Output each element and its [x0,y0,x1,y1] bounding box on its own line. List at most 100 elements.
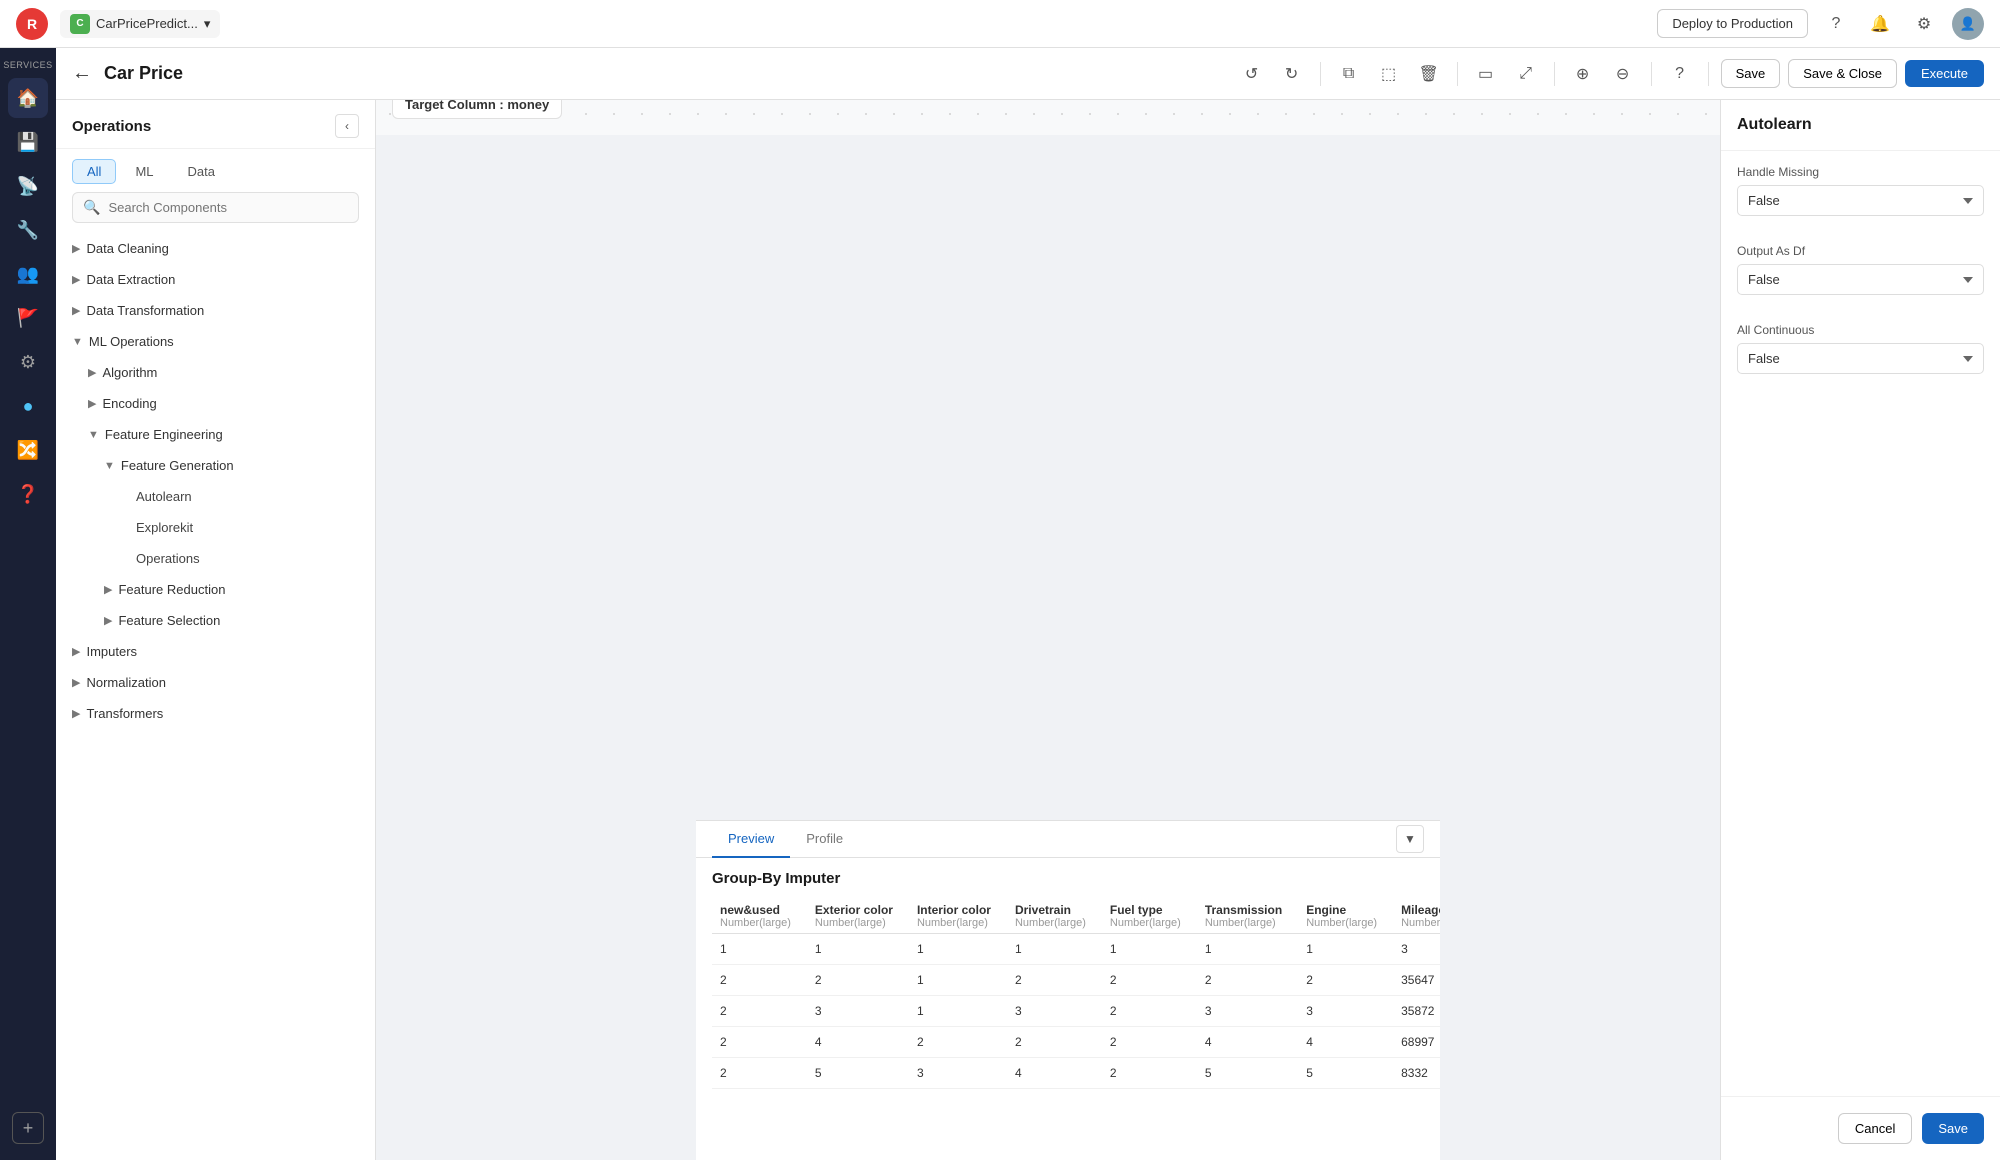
field-group-2: All ContinuousFalseTrue [1721,309,2000,388]
table-cell: 3 [1197,996,1298,1027]
table-body: 1111111311221222235647222313233358723324… [712,934,1440,1089]
ops-item-data-extraction[interactable]: ▶ Data Extraction [56,264,375,295]
ops-label: Data Cleaning [86,241,168,256]
zoom-in-button[interactable]: ⊕ [1567,58,1599,90]
expand-button[interactable]: ⤢ [1510,58,1542,90]
ops-item-normalization[interactable]: ▶ Normalization [56,667,375,698]
tab-ml[interactable]: ML [120,159,168,184]
back-button[interactable]: ← [72,62,92,85]
copy-button[interactable]: ⧉ [1333,58,1365,90]
table-row: 23132333587233 [712,996,1440,1027]
table-cell: 1 [909,934,1007,965]
table-cell: 1 [909,996,1007,1027]
table-cell: 4 [1007,1058,1102,1089]
ops-item-operations[interactable]: Operations [56,543,375,574]
ops-item-feature-engineering[interactable]: ▼ Feature Engineering [56,419,375,450]
table-cell: 35872 [1393,996,1440,1027]
table-row: 2534255833255 [712,1058,1440,1089]
data-table: new&used Number(large) Exterior color Nu… [712,899,1440,1089]
cancel-button[interactable]: Cancel [1838,1113,1912,1144]
project-selector[interactable]: C CarPricePredict... ▾ [60,10,220,38]
deploy-button[interactable]: Deploy to Production [1657,9,1808,38]
ops-panel-title: Operations [72,118,151,135]
sidebar-item-flags[interactable]: 🚩 [8,298,48,338]
notifications-icon[interactable]: 🔔 [1864,8,1896,40]
sidebar-add-button[interactable]: + [12,1112,44,1144]
redo-button[interactable]: ↻ [1276,58,1308,90]
arrow-down-icon: ▼ [72,336,83,348]
sep-5 [1708,62,1709,86]
field-label-1: Output As Df [1737,244,1984,258]
zoom-out-button[interactable]: ⊖ [1607,58,1639,90]
table-cell: 5 [1298,1058,1393,1089]
ops-item-transformers[interactable]: ▶ Transformers [56,698,375,729]
ops-item-feature-selection[interactable]: ▶ Feature Selection [56,605,375,636]
ops-item-imputers[interactable]: ▶ Imputers [56,636,375,667]
sidebar-item-flow[interactable]: 🔀 [8,430,48,470]
right-panel-actions: Cancel Save [1721,1096,2000,1160]
tab-profile[interactable]: Profile [790,821,859,858]
arrow-right-icon: ▶ [72,707,80,720]
ops-item-ml-operations[interactable]: ▼ ML Operations [56,326,375,357]
tab-preview[interactable]: Preview [712,821,790,858]
sidebar-item-help[interactable]: ❓ [8,474,48,514]
search-input[interactable] [108,200,348,215]
ops-item-algorithm[interactable]: ▶ Algorithm [56,357,375,388]
table-cell: 2 [712,1027,807,1058]
tab-data[interactable]: Data [173,159,230,184]
sidebar-item-tools[interactable]: 🔧 [8,210,48,250]
ops-tabs: All ML Data [56,149,375,192]
table-cell: 1 [712,934,807,965]
table-cell: 3 [1393,934,1440,965]
field-group-1: Output As Df FalseTrue [1721,230,2000,309]
sidebar-item-active[interactable]: ● [8,386,48,426]
field-select-1[interactable]: FalseTrue [1737,264,1984,295]
ops-item-feature-reduction[interactable]: ▶ Feature Reduction [56,574,375,605]
ops-label: Feature Selection [118,613,220,628]
cut-button[interactable]: ⬚ [1373,58,1405,90]
tab-all[interactable]: All [72,159,116,184]
sidebar-item-dashboard[interactable]: 🏠 [8,78,48,118]
help-icon-btn[interactable]: ? [1820,8,1852,40]
ops-panel-header: Operations ‹ [56,100,375,149]
sidebar-item-pipeline[interactable]: 📡 [8,166,48,206]
user-avatar[interactable]: 👤 [1952,8,1984,40]
toolbar-help-button[interactable]: ? [1664,58,1696,90]
search-box: 🔍 [72,192,359,223]
topbar: R C CarPricePredict... ▾ Deploy to Produ… [0,0,2000,48]
table-cell: 1 [807,934,909,965]
ops-item-encoding[interactable]: ▶ Encoding [56,388,375,419]
sidebar-item-settings[interactable]: ⚙ [8,342,48,382]
field-select-0[interactable]: FalseTrue [1737,185,1984,216]
arrow-right-icon: ▶ [72,304,80,317]
table-cell: 1 [909,965,1007,996]
sidebar-item-team[interactable]: 👥 [8,254,48,294]
undo-button[interactable]: ↺ [1236,58,1268,90]
save-button[interactable]: Save [1721,59,1781,88]
canvas-area[interactable]: Source Ordinal Encoder Destinat... [376,100,1720,135]
ops-item-autolearn[interactable]: Autolearn [56,481,375,512]
field-select-2[interactable]: FalseTrue [1737,343,1984,374]
bottom-content: Group-By Imputer new&used Number(large) … [696,858,1440,1160]
ops-item-data-cleaning[interactable]: ▶ Data Cleaning [56,233,375,264]
settings-icon[interactable]: ⚙ [1908,8,1940,40]
project-icon: C [70,14,90,34]
ops-item-feature-generation[interactable]: ▼ Feature Generation [56,450,375,481]
save-close-button[interactable]: Save & Close [1788,59,1897,88]
sep-3 [1554,62,1555,86]
bottom-panel-title: Group-By Imputer [712,870,1424,887]
save-action-button[interactable]: Save [1922,1113,1984,1144]
arrow-right-icon: ▶ [104,583,112,596]
collapse-bottom-button[interactable]: ▼ [1396,825,1424,853]
table-row: 1111111311 [712,934,1440,965]
ops-item-explorekit[interactable]: Explorekit [56,512,375,543]
execute-button[interactable]: Execute [1905,60,1984,87]
sidebar-item-data[interactable]: 💾 [8,122,48,162]
table-cell: 4 [1197,1027,1298,1058]
ops-item-data-transformation[interactable]: ▶ Data Transformation [56,295,375,326]
collapse-panel-button[interactable]: ‹ [335,114,359,138]
delete-button[interactable]: 🗑 [1413,58,1445,90]
screen-button[interactable]: ▭ [1470,58,1502,90]
field-group-0: Handle MissingFalseTrue [1721,151,2000,230]
canvas-svg [376,100,1720,135]
